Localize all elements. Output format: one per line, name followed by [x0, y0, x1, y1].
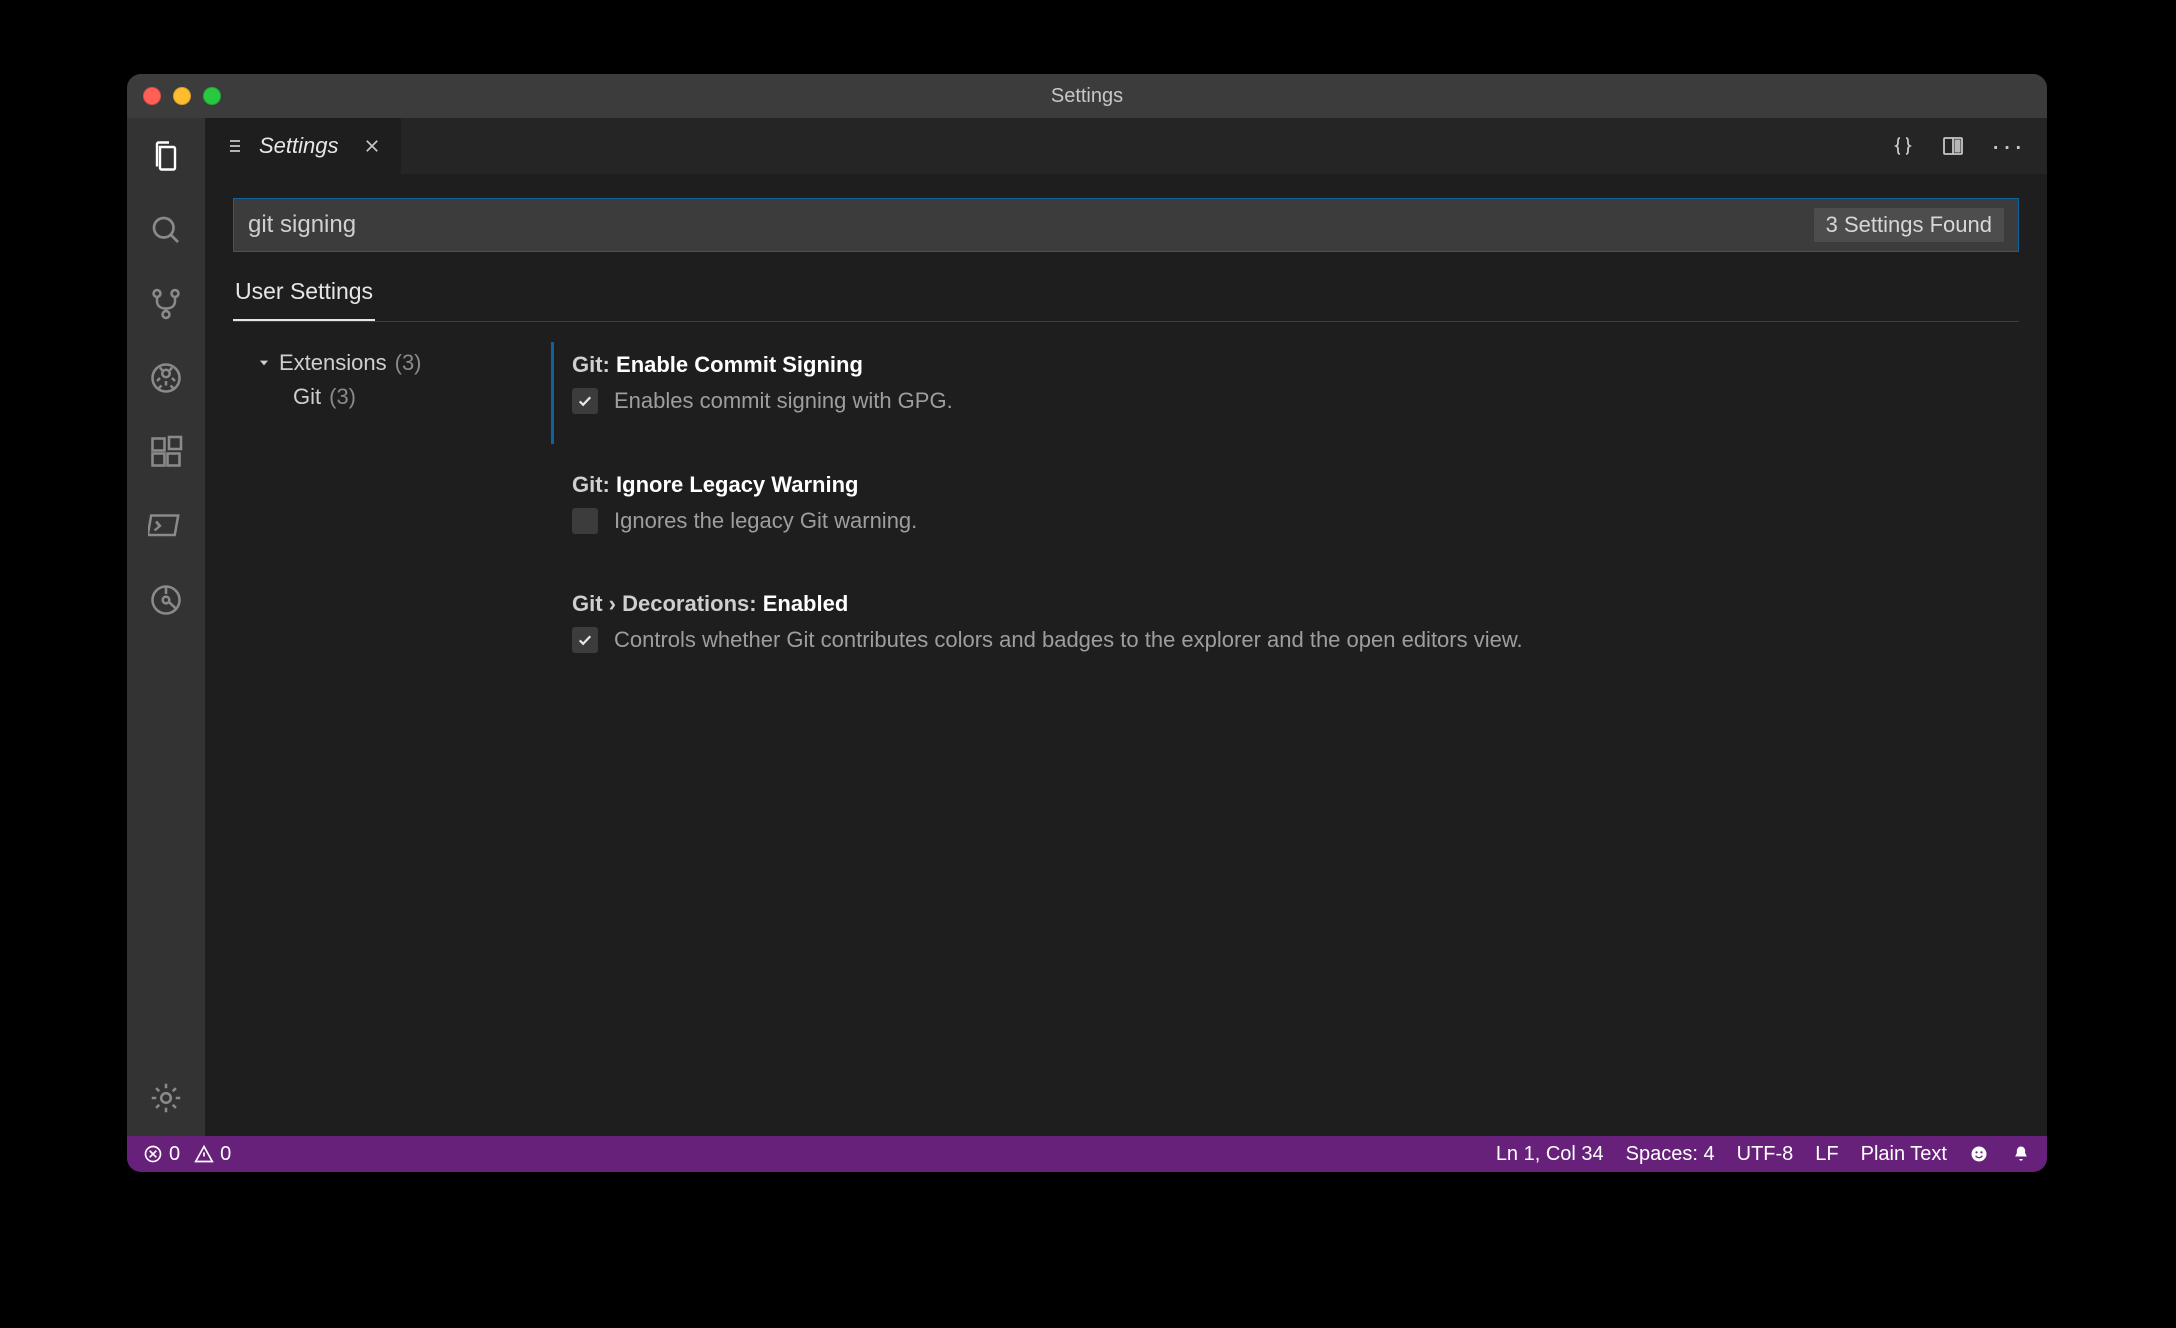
setting-scope: Git › Decorations:	[572, 591, 757, 616]
setting-checkbox[interactable]	[572, 388, 598, 414]
tab-settings[interactable]: Settings	[205, 118, 401, 174]
toc-extensions-count: (3)	[395, 350, 422, 376]
toc-extensions[interactable]: Extensions (3)	[233, 346, 543, 380]
split-editor-icon[interactable]	[1941, 134, 1965, 158]
setting-item: Git: Enable Commit Signing Enables commi…	[551, 342, 2019, 444]
gitlens-icon[interactable]	[146, 580, 186, 620]
status-encoding[interactable]: UTF-8	[1737, 1143, 1794, 1166]
status-cursor-position[interactable]: Ln 1, Col 34	[1496, 1143, 1604, 1166]
setting-description: Enables commit signing with GPG.	[614, 386, 953, 416]
settings-search-input[interactable]	[248, 211, 1802, 239]
explorer-icon[interactable]	[146, 136, 186, 176]
status-warning-count: 0	[220, 1143, 231, 1166]
settings-scope-tabs: User Settings	[233, 278, 2019, 322]
settings-gear-icon[interactable]	[146, 1078, 186, 1118]
chevron-down-icon	[257, 356, 271, 370]
setting-name: Ignore Legacy Warning	[616, 472, 858, 497]
setting-description: Ignores the legacy Git warning.	[614, 506, 917, 536]
setting-scope: Git:	[572, 472, 610, 497]
debug-icon[interactable]	[146, 358, 186, 398]
toc-extensions-label: Extensions	[279, 350, 387, 376]
toc-git-label: Git	[293, 384, 321, 410]
search-icon[interactable]	[146, 210, 186, 250]
setting-description: Controls whether Git contributes colors …	[614, 625, 1523, 655]
tab-user-settings[interactable]: User Settings	[233, 278, 375, 321]
window-title: Settings	[127, 85, 2047, 108]
setting-name: Enabled	[763, 591, 849, 616]
setting-name: Enable Commit Signing	[616, 352, 863, 377]
setting-checkbox[interactable]	[572, 508, 598, 534]
app-window: Settings	[127, 74, 2047, 1172]
error-icon	[143, 1144, 163, 1164]
setting-checkbox[interactable]	[572, 627, 598, 653]
open-settings-json-icon[interactable]	[1891, 134, 1915, 158]
terminal-panel-icon[interactable]	[146, 506, 186, 546]
toc-git-count: (3)	[329, 384, 356, 410]
status-eol[interactable]: LF	[1815, 1143, 1838, 1166]
status-problems[interactable]: 0 0	[143, 1143, 231, 1166]
activity-bar	[127, 118, 205, 1136]
close-icon[interactable]	[363, 137, 381, 155]
source-control-icon[interactable]	[146, 284, 186, 324]
setting-item: Git › Decorations: Enabled Controls whet…	[551, 581, 2019, 683]
settings-results: Git: Enable Commit Signing Enables commi…	[543, 340, 2019, 1136]
settings-toc: Extensions (3) Git (3)	[233, 340, 543, 1136]
status-indentation[interactable]: Spaces: 4	[1626, 1143, 1715, 1166]
setting-item: Git: Ignore Legacy Warning Ignores the l…	[551, 462, 2019, 564]
editor-area: Settings ···	[205, 118, 2047, 1136]
warning-icon	[194, 1144, 214, 1164]
settings-search[interactable]: 3 Settings Found	[233, 198, 2019, 252]
title-bar: Settings	[127, 74, 2047, 118]
status-error-count: 0	[169, 1143, 180, 1166]
status-bar: 0 0 Ln 1, Col 34 Spaces: 4 UTF-8 LF Plai…	[127, 1136, 2047, 1172]
settings-search-results-badge: 3 Settings Found	[1814, 208, 2004, 242]
more-actions-icon[interactable]: ···	[1991, 132, 2025, 160]
status-feedback-icon[interactable]	[1969, 1144, 1989, 1164]
extensions-icon[interactable]	[146, 432, 186, 472]
tab-label: Settings	[259, 133, 339, 159]
status-notifications-icon[interactable]	[2011, 1144, 2031, 1164]
list-icon	[225, 136, 245, 156]
setting-scope: Git:	[572, 352, 610, 377]
toc-git[interactable]: Git (3)	[233, 380, 543, 414]
tab-bar: Settings ···	[205, 118, 2047, 174]
status-language-mode[interactable]: Plain Text	[1861, 1143, 1947, 1166]
